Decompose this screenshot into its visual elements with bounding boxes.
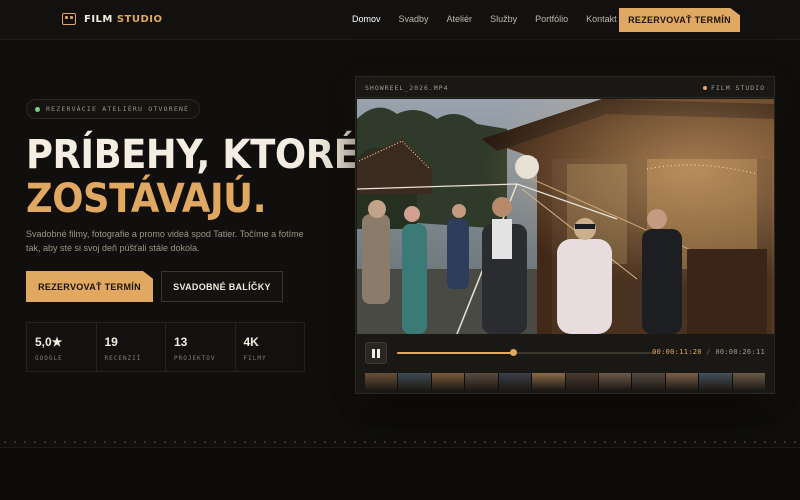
hero-headline: PRÍBEHY, KTORÉ ZOSTÁVAJÚ. xyxy=(26,132,359,222)
logo-text: FILM STUDIO xyxy=(84,13,163,25)
badge-label: REZERVÁCIE ATELIÉRU OTVORENÉ xyxy=(46,105,190,113)
filmstrip-frame[interactable] xyxy=(665,373,699,390)
filmstrip-frame[interactable] xyxy=(398,373,431,390)
wedding-packages-button[interactable]: SVADOBNÉ BALÍČKY xyxy=(161,271,283,302)
filmstrip-frame[interactable] xyxy=(498,373,532,390)
filmstrip-frame[interactable] xyxy=(532,373,565,390)
film-icon xyxy=(62,13,76,25)
nav-link-atelier[interactable]: Ateliér xyxy=(447,14,473,24)
stat-reviews: 19 RECENZIÍ xyxy=(97,323,166,371)
seek-bar[interactable] xyxy=(397,349,656,356)
player-controls: 00:00:11:20 / 00:00:26:11 xyxy=(356,335,774,371)
nav-link-kontakt[interactable]: Kontakt xyxy=(586,14,617,24)
nav-link-portfolio[interactable]: Portfólio xyxy=(535,14,568,24)
filmstrip-frame[interactable] xyxy=(732,373,766,390)
stat-value: 4K xyxy=(243,335,259,349)
filmstrip-frame[interactable] xyxy=(699,373,732,390)
booking-status-badge: REZERVÁCIE ATELIÉRU OTVORENÉ xyxy=(26,99,201,119)
filmstrip-frame[interactable] xyxy=(465,373,498,390)
next-section xyxy=(0,447,800,500)
stat-value: 19 xyxy=(104,335,118,349)
headline-line-1: PRÍBEHY, KTORÉ xyxy=(26,132,359,178)
nav-link-sluzby[interactable]: Služby xyxy=(490,14,517,24)
stat-label: RECENZIÍ xyxy=(104,355,142,362)
pause-icon xyxy=(372,348,380,358)
hero-description: Svadobné filmy, fotografie a promo videá… xyxy=(26,229,304,253)
nav-links: Domov Svadby Ateliér Služby Portfólio Ko… xyxy=(352,14,635,24)
headline-line-2: ZOSTÁVAJÚ. xyxy=(26,176,267,222)
section-divider xyxy=(0,440,800,444)
stats-bar: 5,0★ GOOGLE 19 RECENZIÍ 13 PROJEKTOV 4K … xyxy=(26,322,305,372)
book-date-button[interactable]: REZERVOVAŤ TERMÍN xyxy=(26,271,153,302)
player-brand-label: FILM STUDIO xyxy=(710,84,765,92)
nav-link-svadby[interactable]: Svadby xyxy=(399,14,429,24)
player-title-bar: SHOWREEL_2026.MP4 FILM STUDIO xyxy=(356,77,774,98)
stat-value: 13 xyxy=(174,335,188,349)
stat-value: 5,0★ xyxy=(35,335,63,349)
top-nav: FILM STUDIO Domov Svadby Ateliér Služby … xyxy=(0,0,800,40)
nav-link-domov[interactable]: Domov xyxy=(352,14,381,24)
video-player: SHOWREEL_2026.MP4 FILM STUDIO 00:00:11:2… xyxy=(355,76,775,394)
total-time: 00:00:26:11 xyxy=(715,348,765,356)
seek-bar-progress xyxy=(397,352,514,354)
current-time: 00:00:11:20 xyxy=(652,348,702,356)
logo[interactable]: FILM STUDIO xyxy=(62,13,163,25)
stat-google-rating: 5,0★ GOOGLE xyxy=(27,323,97,371)
filmstrip-frame[interactable] xyxy=(598,373,632,390)
stat-label: PROJEKTOV xyxy=(174,355,216,362)
status-dot-icon xyxy=(35,106,40,112)
wedding-video-still xyxy=(357,99,774,334)
pause-button[interactable] xyxy=(365,342,387,364)
filmstrip-frame[interactable] xyxy=(365,373,398,390)
filmstrip-frame[interactable] xyxy=(431,373,465,390)
stat-label: FILMY xyxy=(243,355,267,362)
timeline-filmstrip[interactable] xyxy=(365,373,766,390)
filmstrip-frame[interactable] xyxy=(632,373,665,390)
stat-films: 4K FILMY xyxy=(236,323,305,371)
seek-handle[interactable] xyxy=(510,349,518,356)
time-readout: 00:00:11:20 / 00:00:26:11 xyxy=(652,348,765,356)
player-brand: FILM STUDIO xyxy=(702,84,765,92)
brand-dot-icon xyxy=(702,86,707,90)
video-file-name: SHOWREEL_2026.MP4 xyxy=(365,84,449,92)
stat-projects: 13 PROJEKTOV xyxy=(166,323,236,371)
video-frame[interactable] xyxy=(357,99,774,334)
filmstrip-frame[interactable] xyxy=(565,373,598,390)
stat-label: GOOGLE xyxy=(35,355,63,362)
nav-book-button[interactable]: REZERVOVAŤ TERMÍN xyxy=(619,8,740,32)
time-separator: / xyxy=(706,348,711,356)
